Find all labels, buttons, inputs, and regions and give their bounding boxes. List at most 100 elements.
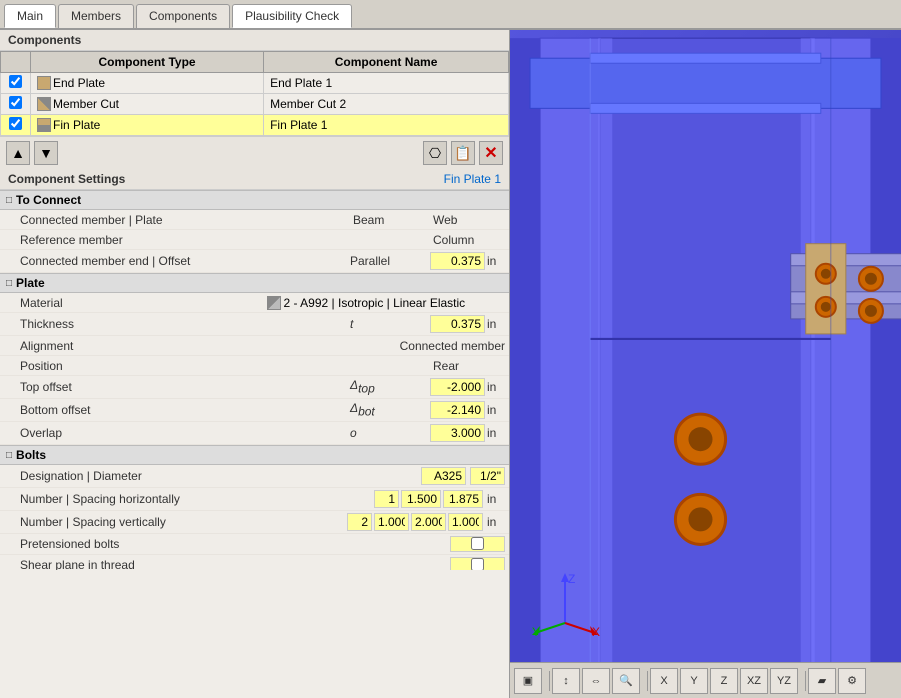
prop-label: Overlap xyxy=(16,425,346,441)
bottom-offset-input[interactable] xyxy=(430,401,485,419)
prop-value1: Beam xyxy=(349,212,429,228)
row-type: Fin Plate xyxy=(31,115,264,136)
membercut-icon xyxy=(37,97,51,111)
group-plate[interactable]: □ Plate xyxy=(0,273,509,293)
prop-right: 2 - A992 | Isotropic | Linear Elastic xyxy=(263,295,510,311)
row-name: Fin Plate 1 xyxy=(264,115,509,136)
zoom-button[interactable]: 🔍 xyxy=(612,668,640,694)
thickness-input[interactable] xyxy=(430,315,485,333)
bolt-v-num-input[interactable] xyxy=(347,513,372,531)
group-bolts[interactable]: □ Bolts xyxy=(0,445,509,465)
pretensioned-checkbox-wrapper[interactable] xyxy=(450,536,505,552)
view-yz-button[interactable]: YZ xyxy=(770,668,798,694)
row-type: Member Cut xyxy=(31,94,264,115)
components-section-header: Components xyxy=(0,30,509,51)
shear-checkbox-wrapper[interactable] xyxy=(450,557,505,570)
view-xz-button[interactable]: XZ xyxy=(740,668,768,694)
prop-alignment: Alignment Connected member xyxy=(0,336,509,356)
component-toolbar: ▲ ▼ ⎔ 📋 ✕ xyxy=(0,136,509,169)
prop-label: Reference member xyxy=(16,232,429,248)
svg-text:Z: Z xyxy=(568,572,575,586)
group-label: Bolts xyxy=(16,448,46,462)
move-up-button[interactable]: ▲ xyxy=(6,141,30,165)
rotate-button[interactable]: ↕ xyxy=(552,668,580,694)
finplate-icon xyxy=(37,118,51,132)
viewport-3d: Z Y X xyxy=(510,30,901,698)
viewport-toolbar: ▣ ↕ ⇔ 🔍 X Y Z XZ YZ ▰ ⚙ xyxy=(510,662,901,698)
tab-plausibility[interactable]: Plausibility Check xyxy=(232,4,352,28)
prop-label: Number | Spacing vertically xyxy=(16,514,343,530)
prop-right: in xyxy=(370,489,509,509)
endplate-icon xyxy=(37,76,51,90)
offset-input[interactable]: 0.375 xyxy=(430,252,485,270)
bolt-v-s2-input[interactable] xyxy=(411,513,446,531)
col-name-header: Component Name xyxy=(264,52,509,73)
paste-button[interactable]: 📋 xyxy=(451,141,475,165)
bolt-v-s3-input[interactable] xyxy=(448,513,483,531)
bolt-v-s1-input[interactable] xyxy=(374,513,409,531)
prop-bolt-h-spacing: Number | Spacing horizontally in xyxy=(0,488,509,511)
collapse-icon: □ xyxy=(6,278,12,289)
group-to-connect[interactable]: □ To Connect xyxy=(0,190,509,210)
prop-material: Material 2 - A992 | Isotropic | Linear E… xyxy=(0,293,509,313)
prop-right: in xyxy=(343,512,509,532)
render-mode-button[interactable]: ▰ xyxy=(808,668,836,694)
settings-title: Component Settings xyxy=(8,172,125,186)
bolt-dia-input[interactable] xyxy=(470,467,505,485)
settings-scroll[interactable]: □ To Connect Connected member | Plate Be… xyxy=(0,190,509,570)
pretensioned-checkbox[interactable] xyxy=(471,537,484,550)
row-type: End Plate xyxy=(31,73,264,94)
bolt-h-num-input[interactable] xyxy=(374,490,399,508)
overlap-input[interactable] xyxy=(430,424,485,442)
prop-value2: Web xyxy=(429,212,509,228)
table-row[interactable]: Member Cut Member Cut 2 xyxy=(1,94,509,115)
col-checkbox xyxy=(1,52,31,73)
table-row-selected[interactable]: Fin Plate Fin Plate 1 xyxy=(1,115,509,136)
fit-view-button[interactable]: ▣ xyxy=(514,668,542,694)
prop-shear-plane: Shear plane in thread xyxy=(0,555,509,570)
tab-main[interactable]: Main xyxy=(4,4,56,28)
row-checkbox[interactable] xyxy=(1,73,31,94)
prop-connected-end: Connected member end | Offset Parallel 0… xyxy=(0,250,509,273)
axes-indicator: Z Y X xyxy=(530,568,600,638)
bolt-h-s1-input[interactable] xyxy=(401,490,441,508)
tab-members[interactable]: Members xyxy=(58,4,134,28)
settings-view-button[interactable]: ⚙ xyxy=(838,668,866,694)
prop-pretensioned: Pretensioned bolts xyxy=(0,534,509,555)
top-offset-input[interactable] xyxy=(430,378,485,396)
prop-right: 0.375 in xyxy=(426,251,509,271)
bolt-h-s2-input[interactable] xyxy=(443,490,483,508)
axes-svg: Z Y X xyxy=(530,568,600,638)
prop-overlap: Overlap o in xyxy=(0,422,509,445)
component-table: Component Type Component Name End Plate … xyxy=(0,51,509,136)
row-name: End Plate 1 xyxy=(264,73,509,94)
prop-reference-member: Reference member Column xyxy=(0,230,509,250)
group-label: Plate xyxy=(16,276,45,290)
tab-components[interactable]: Components xyxy=(136,4,230,28)
pan-button[interactable]: ⇔ xyxy=(582,668,610,694)
row-checkbox[interactable] xyxy=(1,115,31,136)
prop-label: Designation | Diameter xyxy=(16,468,417,484)
row-checkbox[interactable] xyxy=(1,94,31,115)
prop-label: Connected member end | Offset xyxy=(16,253,346,269)
prop-value1: Parallel xyxy=(346,253,426,269)
prop-top-offset: Top offset Δtop in xyxy=(0,376,509,399)
svg-text:Y: Y xyxy=(532,625,540,638)
sym-label: Δbot xyxy=(346,400,426,419)
prop-right: in xyxy=(426,423,509,443)
view-z-button[interactable]: Z xyxy=(710,668,738,694)
move-down-button[interactable]: ▼ xyxy=(34,141,58,165)
prop-right xyxy=(446,556,509,570)
bolt-desig-input[interactable] xyxy=(421,467,466,485)
row-name: Member Cut 2 xyxy=(264,94,509,115)
copy-button[interactable]: ⎔ xyxy=(423,141,447,165)
unit-label: in xyxy=(485,514,505,530)
shear-checkbox[interactable] xyxy=(471,558,484,570)
view-x-button[interactable]: X xyxy=(650,668,678,694)
prop-thickness: Thickness t in xyxy=(0,313,509,336)
unit-label: in xyxy=(485,379,505,395)
delete-button[interactable]: ✕ xyxy=(479,141,503,165)
view-y-button[interactable]: Y xyxy=(680,668,708,694)
table-row[interactable]: End Plate End Plate 1 xyxy=(1,73,509,94)
prop-right: in xyxy=(426,400,509,420)
